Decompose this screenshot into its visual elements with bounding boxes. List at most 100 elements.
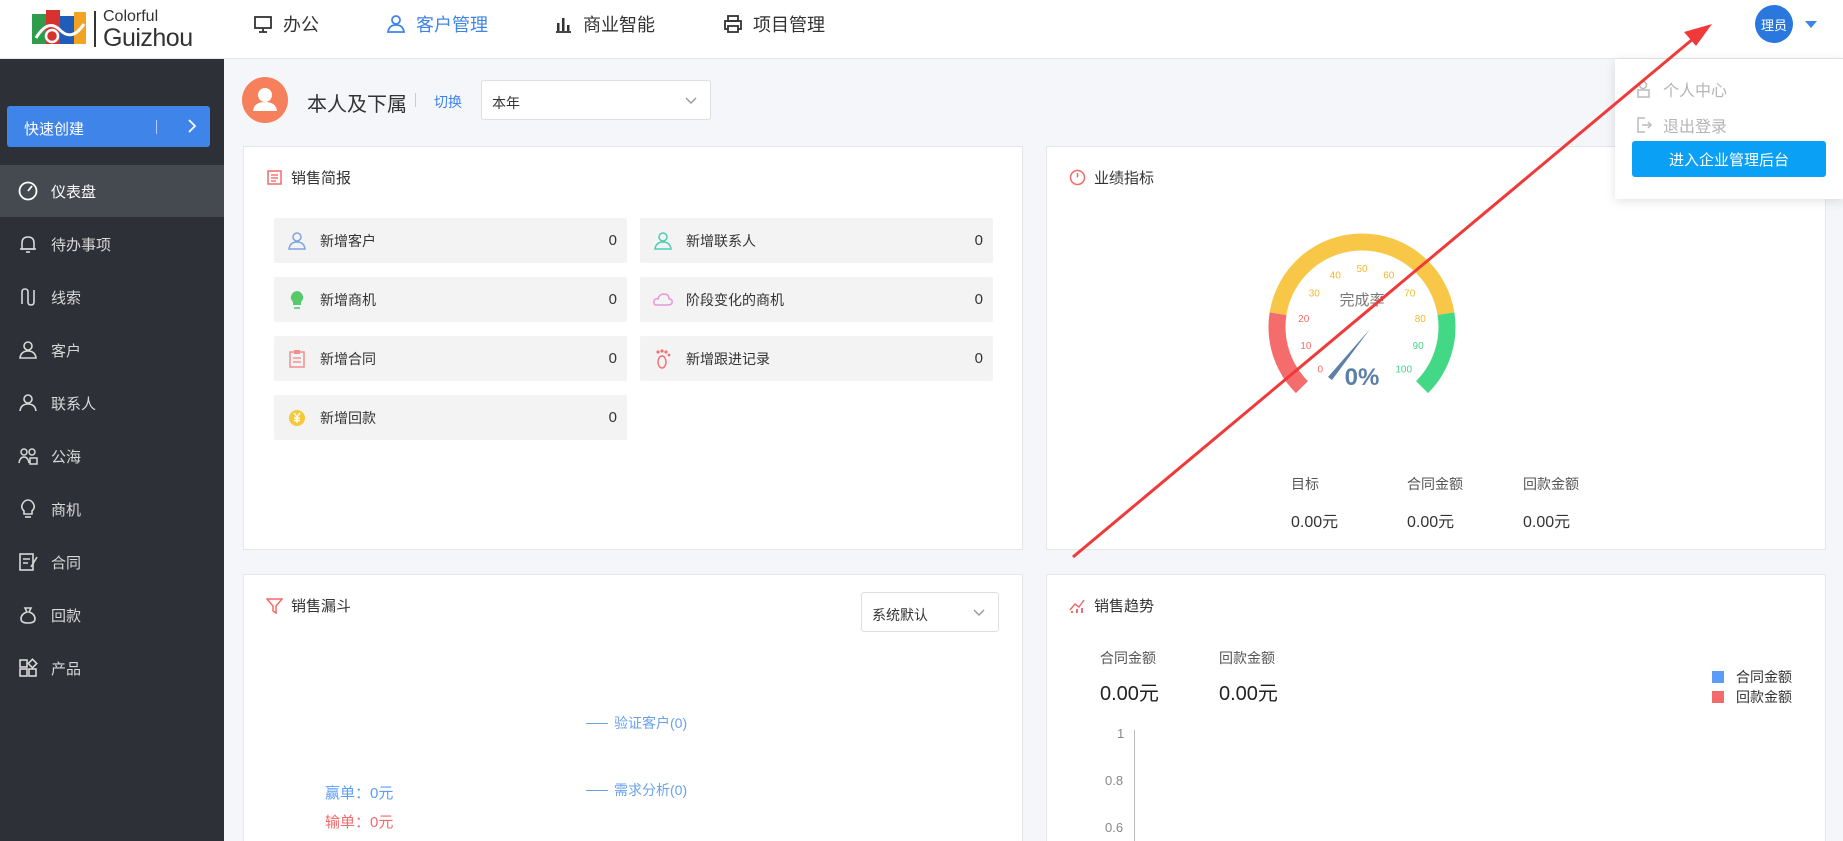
stat-value: 0: [974, 350, 983, 367]
funnel-title-text: 销售漏斗: [291, 598, 352, 615]
trend-contract-value: 0.00元: [1100, 683, 1159, 705]
stat-label: 新增商机: [320, 291, 376, 308]
nav-project-management-label: 项目管理: [753, 15, 825, 35]
sidebar-item-todo[interactable]: 待办事项: [0, 218, 224, 270]
customer-icon: [19, 341, 37, 359]
performance-title-text: 业绩指标: [1094, 170, 1155, 187]
sidebar-item-public-pool[interactable]: 公海: [0, 430, 224, 482]
followup-icon: [656, 348, 671, 369]
stat-new-contracts[interactable]: 新增合同 0: [274, 336, 627, 381]
nav-office-label: 办公: [283, 15, 319, 35]
y-tick: 0.8: [1105, 773, 1124, 788]
nav-business-intelligence[interactable]: 商业智能: [553, 0, 655, 48]
chevron-down-icon: [685, 97, 697, 104]
printer-icon: [724, 15, 742, 33]
stat-value: 0: [608, 291, 617, 308]
stat-label: 新增合同: [320, 350, 376, 367]
funnel-title: 销售漏斗: [266, 595, 351, 616]
pool-icon: [18, 448, 38, 465]
sidebar-item-label: 回款: [51, 607, 82, 625]
sidebar-item-label: 商机: [51, 501, 82, 519]
stat-new-opportunities[interactable]: 新增商机 0: [274, 277, 627, 322]
funnel-lose-amount: 输单：0元: [325, 814, 394, 831]
nav-customer-management[interactable]: 客户管理: [386, 0, 488, 48]
stat-stage-changed[interactable]: 阶段变化的商机 0: [640, 277, 993, 322]
kpi-payment-label: 回款金额: [1523, 476, 1579, 492]
gauge-tick-label: 0: [1317, 365, 1323, 376]
scope-title: 本人及下属: [307, 94, 407, 116]
payment-icon: [20, 607, 36, 624]
stat-value: 0: [974, 291, 983, 308]
stat-label: 新增跟进记录: [686, 350, 770, 367]
gauge-tick-label: 100: [1395, 365, 1412, 376]
gauge-value: 0%: [1345, 364, 1380, 391]
sidebar-item-label: 产品: [51, 660, 82, 678]
stat-label: 新增回款: [320, 409, 376, 426]
stat-new-contacts[interactable]: 新增联系人 0: [640, 218, 993, 263]
stat-new-followups[interactable]: 新增跟进记录 0: [640, 336, 993, 381]
period-select[interactable]: 本年: [481, 80, 711, 120]
legend-contract[interactable]: 合同金额: [1712, 667, 1792, 687]
sidebar-item-contracts[interactable]: 合同: [0, 536, 224, 588]
trend-title-text: 销售趋势: [1094, 598, 1155, 615]
sidebar-item-dashboard[interactable]: 仪表盘: [0, 165, 224, 217]
user-menu-caret-icon[interactable]: [1805, 21, 1817, 28]
funnel-stage-label: 验证客户(0): [614, 715, 688, 731]
legend-swatch: [1712, 671, 1724, 683]
kpi-target-value: 0.00元: [1291, 514, 1339, 531]
y-tick: 0.6: [1105, 820, 1124, 835]
completion-gauge: 0 10 20 30 40 50 60 70 80 90 100 完成率 0%: [1268, 233, 1456, 394]
trend-icon: [1069, 599, 1085, 613]
menu-item-logout[interactable]: 退出登录: [1635, 113, 1727, 137]
enterprise-admin-button[interactable]: 进入企业管理后台: [1632, 141, 1826, 177]
nav-office[interactable]: 办公: [253, 0, 319, 48]
user-avatar[interactable]: 理员: [1755, 5, 1793, 43]
bulb-icon: [20, 499, 36, 518]
legend-payment[interactable]: 回款金额: [1712, 687, 1792, 707]
report-icon: [267, 170, 282, 185]
funnel-stage-verify: 验证客户(0): [586, 713, 687, 733]
stat-label: 阶段变化的商机: [686, 291, 784, 308]
legend-label: 回款金额: [1736, 689, 1792, 705]
sales-brief-card: 销售简报 新增客户 0 新增联系人 0 新增商机 0 阶段变化的商机 0 新增合…: [243, 146, 1023, 550]
scope-switch-link[interactable]: 切换: [434, 92, 462, 112]
sidebar-item-products[interactable]: 产品: [0, 642, 224, 694]
clue-icon: [21, 288, 35, 306]
logo-text-line2: Guizhou: [103, 24, 193, 52]
sidebar-item-label: 待办事项: [51, 236, 112, 254]
gauge-tick-label: 70: [1404, 288, 1416, 299]
gauge-tick-label: 40: [1330, 270, 1342, 281]
funnel-filter-value: 系统默认: [872, 607, 928, 623]
top-navbar: Colorful Guizhou 办公 客户管理 商业智能 项目管理 理员: [0, 0, 1843, 59]
gauge-tick-label: 80: [1415, 314, 1427, 325]
trend-title: 销售趋势: [1069, 595, 1154, 616]
funnel-stage-label: 需求分析(0): [614, 782, 688, 798]
funnel-filter-select[interactable]: 系统默认: [861, 592, 999, 632]
kpi-contract-value: 0.00元: [1407, 514, 1455, 531]
logo[interactable]: Colorful Guizhou: [30, 8, 206, 52]
stat-new-customers[interactable]: 新增客户 0: [274, 218, 627, 263]
trend-payment-label: 回款金额: [1219, 650, 1275, 666]
nav-customer-management-label: 客户管理: [416, 15, 488, 35]
gauge-tick-label: 30: [1309, 288, 1321, 299]
quick-create-button[interactable]: 快速创建: [7, 106, 210, 147]
chevron-down-icon: [973, 609, 985, 616]
user-dropdown-menu: 个人中心 退出登录 进入企业管理后台: [1615, 59, 1843, 199]
sidebar-item-payments[interactable]: 回款: [0, 589, 224, 641]
user-lock-icon: [1637, 80, 1650, 98]
sidebar-item-opportunities[interactable]: 商机: [0, 483, 224, 535]
sales-brief-title-text: 销售简报: [291, 170, 352, 187]
kpi-target-label: 目标: [1291, 476, 1319, 492]
scope-avatar-icon: [242, 77, 288, 123]
stage-change-icon: [653, 292, 673, 306]
product-icon: [19, 658, 38, 677]
sidebar-item-contacts[interactable]: 联系人: [0, 377, 224, 429]
stat-value: 0: [608, 232, 617, 249]
menu-item-profile[interactable]: 个人中心: [1635, 77, 1727, 101]
sidebar-item-customers[interactable]: 客户: [0, 324, 224, 376]
sidebar: 快速创建 仪表盘 待办事项 线索 客户 联系人 公海 商机 合同 回款 产品: [0, 59, 224, 841]
nav-project-management[interactable]: 项目管理: [723, 0, 825, 48]
stat-new-payments[interactable]: 新增回款 0: [274, 395, 627, 440]
sidebar-item-clues[interactable]: 线索: [0, 271, 224, 323]
bell-icon: [20, 236, 36, 253]
